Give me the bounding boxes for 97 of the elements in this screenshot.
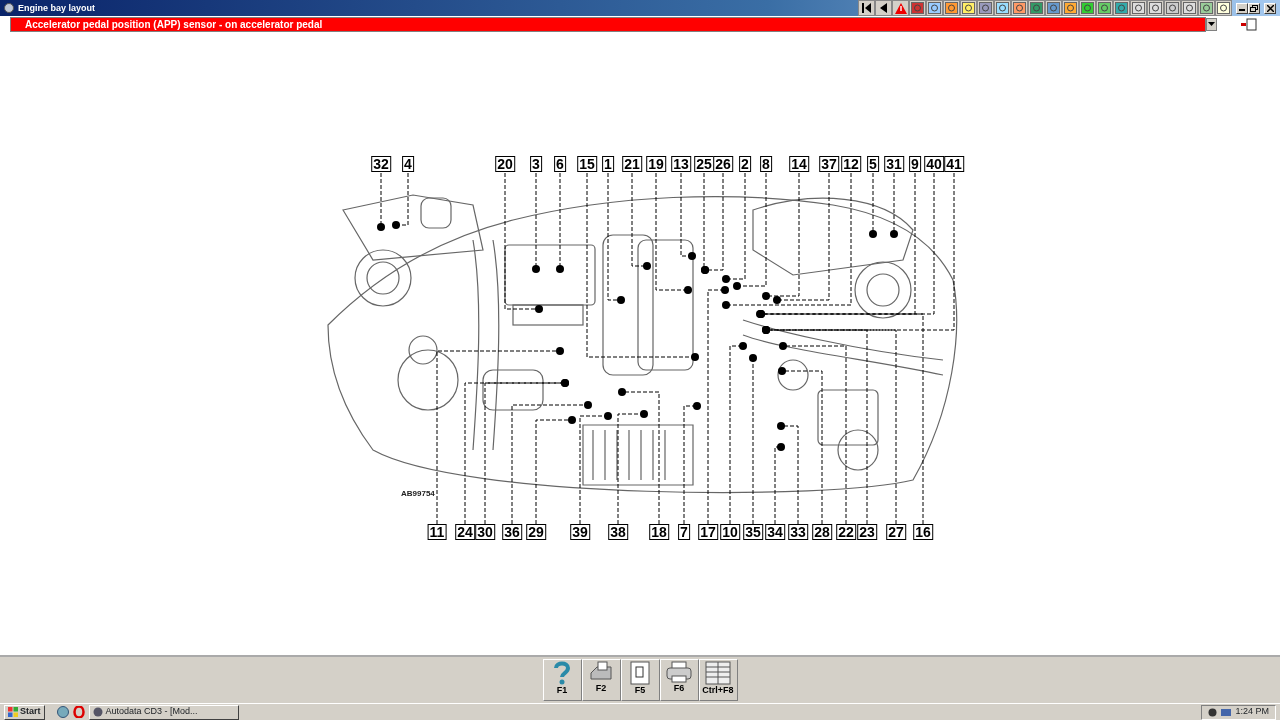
toolbar-picture-icon[interactable]	[1215, 0, 1232, 16]
callout-number: 33	[788, 524, 808, 540]
callout-number: 12	[841, 156, 861, 172]
callout-number: 36	[502, 524, 522, 540]
table-icon	[705, 661, 731, 685]
callout-number: 20	[495, 156, 515, 172]
callout-number: 39	[570, 524, 590, 540]
callout-number: 29	[526, 524, 546, 540]
figure-reference: AB99754	[401, 488, 435, 500]
toolbar-picture-icon[interactable]	[1113, 0, 1130, 16]
callout-number: 18	[649, 524, 669, 540]
callout-number: 35	[743, 524, 763, 540]
dropdown-arrow-button[interactable]	[1206, 17, 1217, 31]
function-key-button[interactable]: F6	[659, 659, 699, 701]
clock: 1:24 PM	[1235, 705, 1269, 719]
start-label: Start	[20, 705, 41, 719]
tray-circle-icon[interactable]	[1208, 707, 1218, 717]
callout-number: 26	[713, 156, 733, 172]
close-button[interactable]	[1264, 2, 1276, 14]
toolbar-picture-icon[interactable]	[1011, 0, 1028, 16]
start-button[interactable]: Start	[4, 704, 45, 720]
function-key-button[interactable]: F1	[542, 659, 582, 701]
browser-icon[interactable]	[56, 706, 69, 718]
fax-machine-icon	[589, 661, 613, 683]
callout-number: 14	[789, 156, 809, 172]
minimize-button[interactable]	[1236, 2, 1248, 14]
callout-number: 4	[402, 156, 414, 172]
callout-number: 40	[924, 156, 944, 172]
app-globe-icon	[4, 3, 14, 13]
callout-number: 6	[554, 156, 566, 172]
exit-door-icon[interactable]	[1241, 17, 1257, 31]
document-icon	[630, 661, 650, 685]
toolbar-picture-icon[interactable]	[1045, 0, 1062, 16]
function-key-button[interactable]: F2	[581, 659, 621, 701]
callout-number: 17	[698, 524, 718, 540]
back-icon[interactable]	[875, 0, 892, 16]
toolbar-picture-icon[interactable]	[960, 0, 977, 16]
toolbar-picture-icon[interactable]	[1028, 0, 1045, 16]
callout-number: 34	[765, 524, 785, 540]
callout-number: 25	[694, 156, 714, 172]
callout-number: 23	[857, 524, 877, 540]
callout-number: 5	[867, 156, 879, 172]
caret-icon	[1208, 22, 1215, 26]
callout-number: 11	[427, 524, 447, 540]
toolbar-picture-icon[interactable]	[1096, 0, 1113, 16]
callout-number: 27	[886, 524, 906, 540]
taskbar-window-button[interactable]: Autodata CD3 - [Mod...	[88, 704, 239, 720]
toolbar-picture-icon[interactable]	[1164, 0, 1181, 16]
callout-number: 15	[577, 156, 597, 172]
window-title: Engine bay layout	[18, 2, 95, 15]
toolbar-picture-icon[interactable]	[1062, 0, 1079, 16]
callout-number: 8	[760, 156, 772, 172]
toolbar-picture-icon[interactable]	[926, 0, 943, 16]
toolbar-picture-icon[interactable]	[1079, 0, 1096, 16]
callout-number: 19	[646, 156, 666, 172]
restore-button[interactable]	[1248, 2, 1260, 14]
restore-icon	[1250, 4, 1258, 12]
toolbar-picture-icon[interactable]	[994, 0, 1011, 16]
callout-number: 30	[475, 524, 495, 540]
function-key-button[interactable]: Ctrl+F8	[698, 659, 738, 701]
callout-number: 41	[944, 156, 964, 172]
selected-component-dropdown[interactable]: Accelerator pedal position (APP) sensor - on accelerator pedal	[10, 16, 1206, 32]
toolbar-picture-icon[interactable]	[1198, 0, 1215, 16]
callout-number: 2	[739, 156, 751, 172]
help-icon	[553, 661, 571, 685]
callout-number: 16	[913, 524, 933, 540]
toolbar-picture-icon[interactable]	[943, 0, 960, 16]
callout-number: 32	[371, 156, 391, 172]
first-page-icon[interactable]	[858, 0, 875, 16]
toolbar-picture-icon[interactable]	[977, 0, 994, 16]
function-key-button[interactable]: F5	[620, 659, 660, 701]
callout-number: 22	[836, 524, 856, 540]
callout-number: 1	[602, 156, 614, 172]
toolbar-picture-icon[interactable]	[909, 0, 926, 16]
disc-icon	[92, 707, 103, 717]
printer-icon	[666, 661, 692, 683]
callout-number: 31	[884, 156, 904, 172]
windows-flag-icon	[8, 707, 18, 717]
callout-number: 24	[455, 524, 475, 540]
callout-number: 9	[909, 156, 921, 172]
callout-number: 28	[812, 524, 832, 540]
callout-number: 38	[608, 524, 628, 540]
callout-number: 37	[819, 156, 839, 172]
callout-number: 3	[530, 156, 542, 172]
callout-number: 10	[720, 524, 740, 540]
ring-icon[interactable]	[72, 706, 85, 718]
toolbar-picture-icon[interactable]	[1147, 0, 1164, 16]
close-icon	[1266, 4, 1274, 12]
leader-line	[377, 172, 385, 231]
callout-number: 7	[678, 524, 690, 540]
toolbar-picture-icon[interactable]	[1130, 0, 1147, 16]
tray-network-icon[interactable]	[1221, 707, 1232, 717]
task-label: Autodata CD3 - [Mod...	[105, 705, 198, 719]
toolbar-picture-icon[interactable]	[1181, 0, 1198, 16]
callout-number: 13	[671, 156, 691, 172]
leader-line	[392, 172, 409, 229]
callout-number: 21	[622, 156, 642, 172]
